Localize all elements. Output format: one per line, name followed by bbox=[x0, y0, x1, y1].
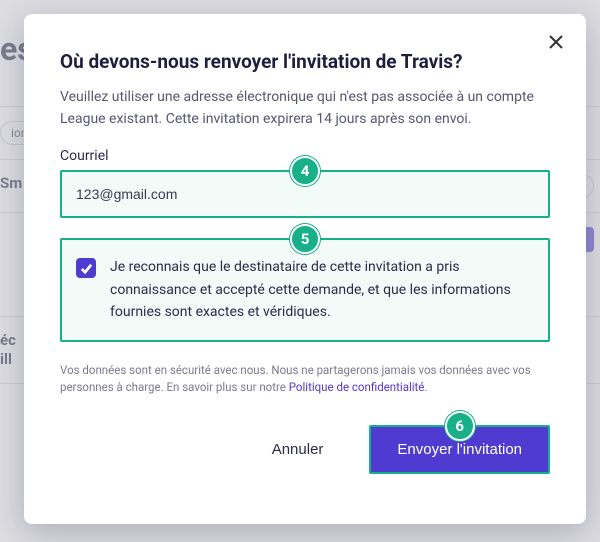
email-highlight-box: 4 bbox=[60, 170, 550, 218]
modal-title: Où devons-nous renvoyer l'invitation de … bbox=[60, 50, 550, 73]
acknowledgement-text: Je reconnais que le destinataire de cett… bbox=[110, 256, 530, 323]
callout-badge-4: 4 bbox=[290, 156, 320, 186]
privacy-note: Vos données sont en sécurité avec nous. … bbox=[60, 362, 550, 398]
resend-invitation-modal: Où devons-nous renvoyer l'invitation de … bbox=[24, 14, 586, 524]
acknowledgement-highlight-box: 5 Je reconnais que le destinataire de ce… bbox=[60, 238, 550, 341]
cancel-button[interactable]: Annuler bbox=[266, 440, 330, 459]
privacy-policy-link[interactable]: Politique de confidentialité bbox=[289, 380, 425, 394]
close-icon bbox=[548, 34, 564, 50]
callout-badge-6: 6 bbox=[445, 411, 475, 441]
close-button[interactable] bbox=[544, 30, 568, 54]
modal-subtitle: Veuillez utiliser une adresse électroniq… bbox=[60, 87, 550, 130]
submit-highlight-box: 6 Envoyer l'invitation bbox=[369, 425, 550, 474]
checkmark-icon bbox=[80, 262, 93, 275]
modal-actions: Annuler 6 Envoyer l'invitation bbox=[60, 425, 550, 474]
callout-badge-5: 5 bbox=[290, 224, 320, 254]
acknowledgement-checkbox[interactable] bbox=[76, 258, 96, 278]
